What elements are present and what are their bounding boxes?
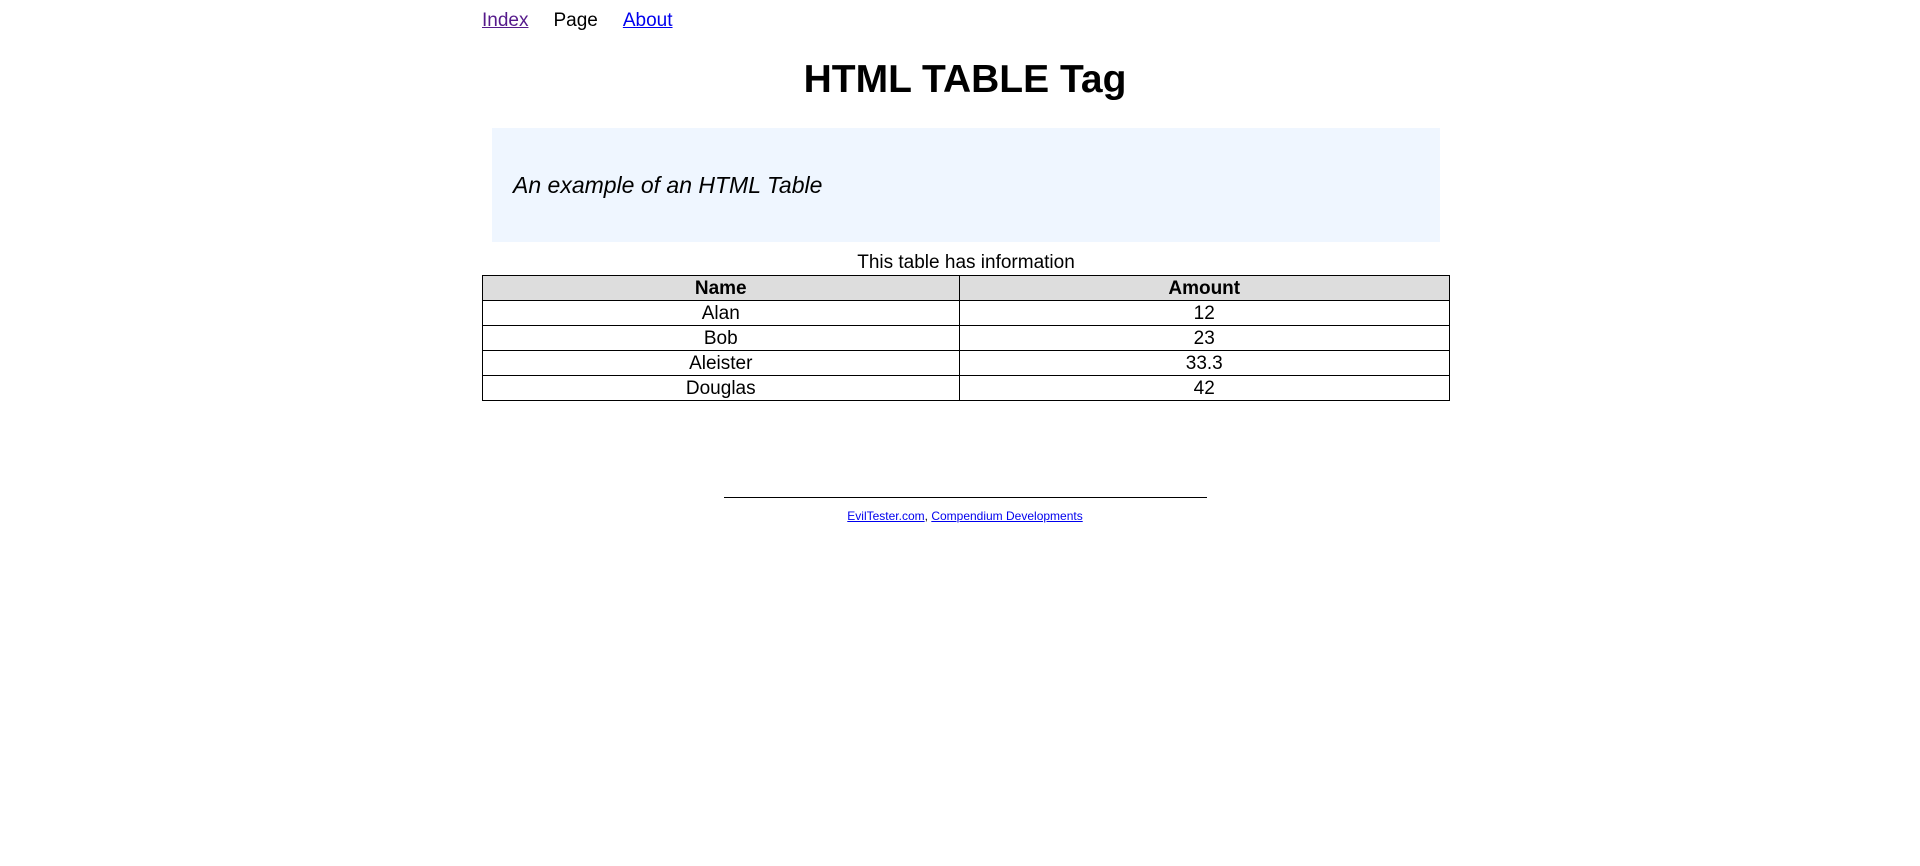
data-table-section: This table has information Name Amount A… (482, 251, 1450, 401)
nav-current-page: Page (553, 10, 598, 31)
table-row: Alan 12 (482, 300, 1450, 326)
amount-cell: 33.3 (958, 350, 1450, 376)
name-cell: Aleister (482, 350, 960, 376)
data-table: Name Amount Alan 12 Bob 23 Aleister 33.3 (482, 275, 1450, 401)
amount-cell: 23 (958, 325, 1450, 351)
footer-divider (724, 497, 1207, 498)
top-nav: Index Page About (482, 8, 698, 34)
column-header-amount: Amount (958, 275, 1450, 301)
page: Index Page About HTML TABLE Tag An examp… (0, 0, 1920, 866)
footer-link-compendium[interactable]: Compendium Developments (931, 509, 1082, 523)
amount-cell: 12 (958, 300, 1450, 326)
table-header-row: Name Amount (482, 275, 1450, 301)
footer-link-eviltester[interactable]: EvilTester.com (847, 509, 924, 523)
footer: EvilTester.com, Compendium Developments (0, 508, 1920, 524)
nav-link-index[interactable]: Index (482, 10, 528, 32)
table-row: Bob 23 (482, 325, 1450, 351)
intro-text: An example of an HTML Table (513, 171, 823, 198)
column-header-name: Name (482, 275, 960, 301)
amount-cell: 42 (958, 375, 1450, 401)
page-title: HTML TABLE Tag (803, 58, 1127, 101)
name-cell: Bob (482, 325, 960, 351)
nav-link-about[interactable]: About (623, 10, 673, 32)
table-caption: This table has information (857, 252, 1075, 273)
table-row: Aleister 33.3 (482, 350, 1450, 376)
name-cell: Alan (482, 300, 960, 326)
table-row: Douglas 42 (482, 375, 1450, 401)
name-cell: Douglas (482, 375, 960, 401)
intro-box: An example of an HTML Table (492, 128, 1440, 242)
